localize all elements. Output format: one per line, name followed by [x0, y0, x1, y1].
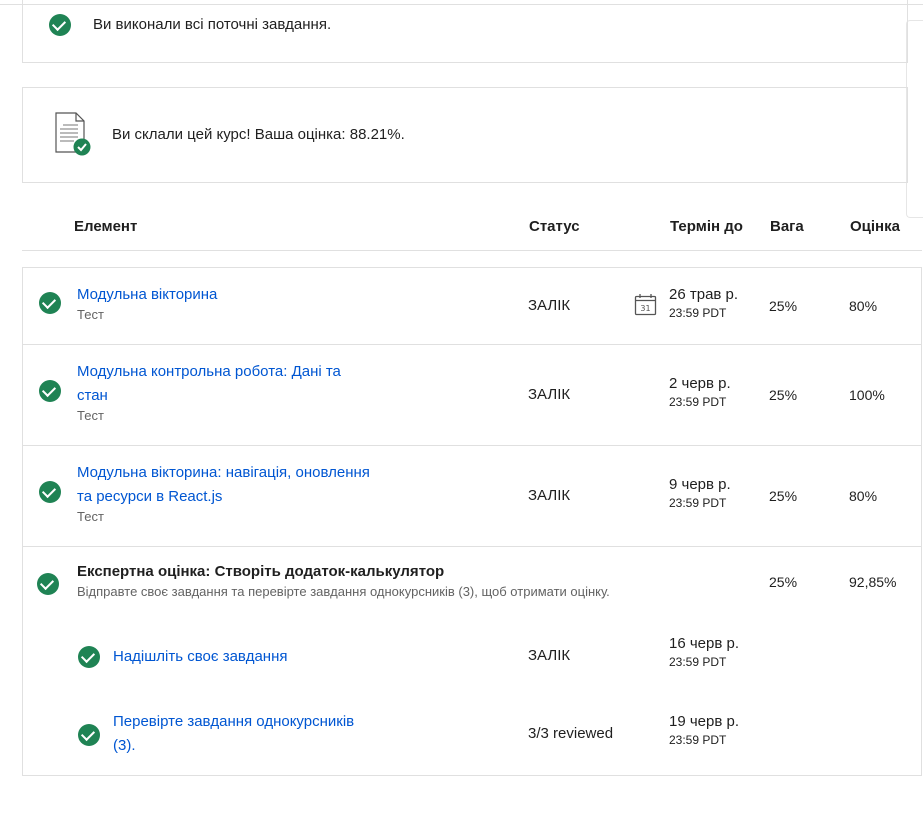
due-time: 23:59 PDT [669, 733, 727, 747]
status-badge: ЗАЛІК [528, 647, 571, 664]
completion-banner: Ви виконали всі поточні завдання. [22, 0, 908, 63]
due-time: 23:59 PDT [669, 395, 727, 409]
course-passed-banner: Ви склали цей курс! Ваша оцінка: 88.21%. [22, 87, 908, 183]
weight-value: 25% [769, 488, 798, 504]
side-panel-edge [906, 20, 923, 218]
weight-value: 25% [769, 387, 798, 403]
grades-table-header: Елемент Статус Термін до Вага Оцінка [22, 212, 922, 251]
header-due: Термін до [670, 218, 743, 235]
due-date: 9 черв р. [669, 476, 731, 493]
check-circle-icon [37, 573, 59, 595]
due-time: 23:59 PDT [669, 496, 727, 510]
due-date: 26 трав р. [669, 286, 739, 303]
due-time: 23:59 PDT [669, 655, 727, 669]
item-type: Тест [77, 509, 104, 524]
status-badge: ЗАЛІК [528, 487, 571, 504]
header-item: Елемент [74, 218, 138, 235]
item-type: Тест [77, 408, 104, 423]
header-status: Статус [529, 218, 580, 235]
peer-review-title: Експертна оцінка: Створіть додаток-кальк… [77, 563, 445, 580]
grade-value: 92,85% [849, 574, 897, 590]
item-link-module-quiz-react[interactable]: Модульна вікторина: навігація, оновлення… [77, 461, 370, 509]
weight-value: 25% [769, 298, 798, 314]
grade-value: 80% [849, 298, 878, 314]
passed-message: Ви склали цей курс! Ваша оцінка: 88.21%. [112, 126, 405, 143]
check-circle-icon [49, 14, 71, 36]
item-link-module-quiz[interactable]: Модульна вікторина [77, 283, 217, 307]
table-row: Модульна контрольна робота: Дані та стан… [23, 345, 921, 446]
item-link-module-test[interactable]: Модульна контрольна робота: Дані та стан [77, 360, 341, 408]
status-badge: ЗАЛІК [528, 386, 571, 403]
check-circle-icon [78, 724, 100, 746]
check-circle-icon [78, 646, 100, 668]
grades-table: Модульна вікторина Тест ЗАЛІК 31 26 трав… [22, 267, 922, 776]
due-date: 2 черв р. [669, 375, 731, 392]
submit-assignment-link[interactable]: Надішліть своє завдання [113, 645, 288, 669]
document-check-icon [55, 112, 91, 156]
grade-value: 80% [849, 488, 878, 504]
table-row: Модульна вікторина: навігація, оновлення… [23, 446, 921, 547]
peer-review-description: Відправте своє завдання та перевірте зав… [77, 584, 610, 599]
check-circle-icon [39, 481, 61, 503]
weight-value: 25% [769, 574, 798, 590]
grade-value: 100% [849, 387, 885, 403]
status-badge: ЗАЛІК [528, 297, 571, 314]
header-grade: Оцінка [850, 218, 900, 235]
review-status: 3/3 reviewed [528, 725, 614, 742]
calendar-icon[interactable]: 31 [634, 293, 657, 316]
table-row: Модульна вікторина Тест ЗАЛІК 31 26 трав… [23, 268, 921, 345]
header-weight: Вага [770, 218, 804, 235]
peer-review-group: Експертна оцінка: Створіть додаток-кальк… [23, 547, 921, 775]
check-circle-icon [39, 380, 61, 402]
completion-message: Ви виконали всі поточні завдання. [93, 16, 332, 33]
review-peers-link[interactable]: Перевірте завдання однокурсників (3). [113, 710, 354, 758]
due-time: 23:59 PDT [669, 306, 727, 320]
check-circle-icon [39, 292, 61, 314]
item-type: Тест [77, 307, 104, 322]
due-date: 16 черв р. [669, 635, 739, 652]
svg-text:31: 31 [640, 304, 650, 313]
due-date: 19 черв р. [669, 713, 739, 730]
